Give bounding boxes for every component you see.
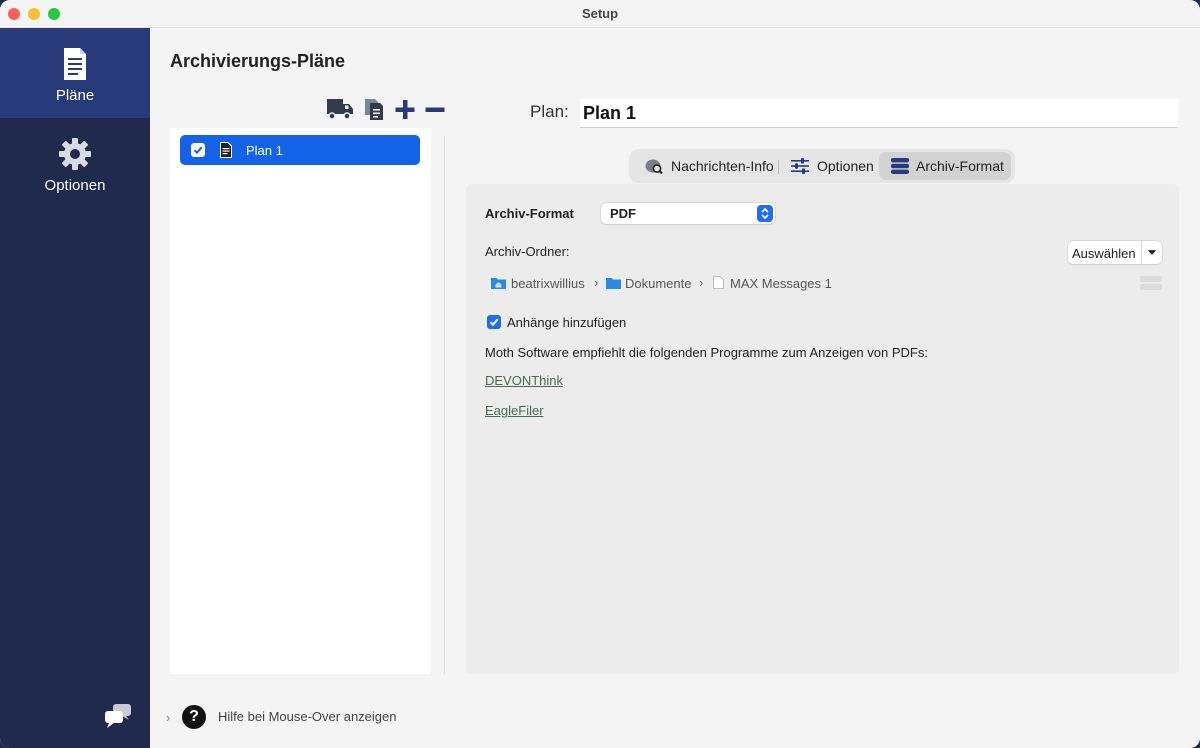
plan-field-label: Plan: [530,102,569,121]
help-mouseover-label: Hilfe bei Mouse-Over anzeigen [218,709,397,724]
path-segment-dokumente[interactable]: Dokumente [606,275,701,293]
window-title: Setup [581,6,619,21]
folder-icon [606,278,621,289]
tab-label: Archiv-Format [916,158,1004,174]
choose-button-label: Auswählen [1072,246,1136,261]
checkbox-checked-icon[interactable] [191,143,205,157]
path-segment-home[interactable]: beatrixwillius [491,275,591,293]
help-icon[interactable]: ? [182,705,206,729]
tab-label: Optionen [817,158,874,174]
archive-format-panel: Archiv-Format PDF Archiv-Ordner: Auswähl… [466,184,1179,674]
recommendation-text: Moth Software empfiehlt die folgenden Pr… [485,345,928,360]
sidebar-item-optionen[interactable]: Optionen [0,118,150,208]
path-segment-max-messages[interactable]: MAX Messages 1 [711,275,836,293]
archive-folder-label: Archiv-Ordner: [485,244,570,259]
tab-label: Nachrichten-Info [671,158,774,174]
minus-icon[interactable] [424,96,446,122]
file-icon [713,276,724,289]
setup-window: Setup Pläne Optionen Archivierungs-Pläne… [0,0,1200,748]
checkbox-checked-icon[interactable] [487,315,501,329]
duplicate-icon[interactable] [363,96,385,122]
plan-name-input[interactable] [580,99,1178,128]
list-item[interactable]: Plan 1 [180,135,420,165]
tab-archiv-format[interactable]: Archiv-Format [879,152,1011,180]
path-segment-label: beatrixwillius [511,276,585,291]
archive-format-label: Archiv-Format [485,206,574,221]
truck-icon[interactable] [326,96,354,122]
choose-folder-button[interactable]: Auswählen [1068,241,1162,264]
document-icon [220,142,232,158]
path-separator: › [594,275,599,290]
tab-nachrichten-info[interactable]: Nachrichten-Info [635,152,781,180]
main-content: Archivierungs-Pläne Plan 1 Plan: Plan 1 … [150,28,1200,748]
eaglefiler-link[interactable]: EagleFiler [485,403,544,418]
tab-optionen[interactable]: Optionen [783,152,877,180]
sidebar-item-plaene[interactable]: Pläne [0,28,150,118]
tab-separator [778,160,779,174]
sliders-icon [791,158,809,174]
message-search-icon [645,159,663,174]
dropdown-arrow-icon[interactable] [1141,241,1162,264]
chevron-right-icon[interactable]: › [166,710,170,725]
path-segment-label: Dokumente [625,276,692,291]
sidebar-item-label: Optionen [44,177,106,194]
path-separator: › [699,275,704,290]
home-folder-icon [491,278,506,289]
page-title: Archivierungs-Pläne [170,51,346,71]
devonthink-link[interactable]: DEVONThink [485,373,563,388]
attachments-label: Anhänge hinzufügen [507,315,627,330]
path-segment-label: MAX Messages 1 [730,276,832,291]
plus-icon[interactable] [394,96,416,122]
plan-list: Plan 1 [170,128,431,674]
title-bar: Setup [0,0,1200,28]
sidebar: Pläne Optionen [0,28,150,748]
chat-bubbles-icon[interactable] [104,703,132,729]
tab-bar: Nachrichten-Info Optionen Archiv-Format [629,149,1015,183]
database-icon [891,158,909,174]
divider [444,136,445,674]
document-icon [64,48,86,80]
plan-name-label: Plan 1 [246,143,283,158]
select-value: PDF [610,206,636,221]
gear-icon [59,138,91,170]
updown-chevron-icon [757,205,773,222]
archive-format-select[interactable]: PDF [601,203,775,224]
list-view-icon[interactable] [1140,275,1162,291]
sidebar-item-label: Pläne [55,87,95,104]
